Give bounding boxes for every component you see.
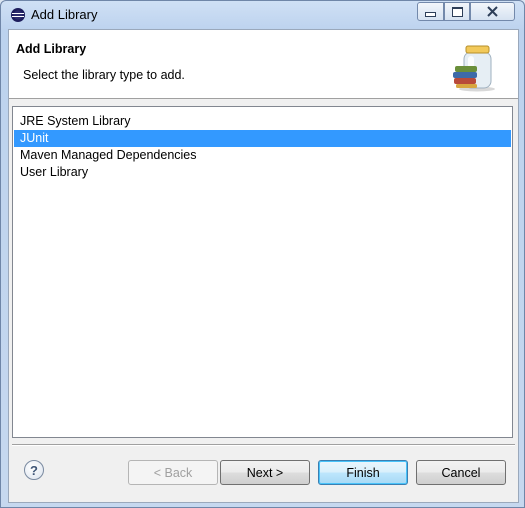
list-item-user-library[interactable]: User Library	[14, 164, 511, 181]
cancel-button[interactable]: Cancel	[416, 460, 506, 485]
banner-description: Select the library type to add.	[23, 68, 185, 82]
eclipse-icon	[11, 8, 25, 22]
maximize-icon	[451, 6, 463, 17]
list-item-junit[interactable]: JUnit	[14, 130, 511, 147]
library-jar-icon	[453, 45, 495, 92]
close-icon	[487, 6, 498, 17]
add-library-dialog: Add Library Add Library Select the libra…	[0, 0, 525, 508]
maximize-button[interactable]	[444, 2, 470, 21]
finish-button[interactable]: Finish	[318, 460, 408, 485]
minimize-button[interactable]	[417, 2, 444, 21]
close-button[interactable]	[470, 2, 515, 21]
banner-title: Add Library	[16, 42, 87, 56]
next-button[interactable]: Next >	[220, 460, 310, 485]
dialog-client-area: Add Library Select the library type to a…	[8, 29, 519, 503]
minimize-icon	[425, 12, 436, 17]
list-item-jre-system-library[interactable]: JRE System Library	[14, 113, 511, 130]
title-bar[interactable]: Add Library	[1, 1, 524, 29]
back-button[interactable]: < Back	[128, 460, 218, 485]
library-type-list[interactable]: JRE System Library JUnit Maven Managed D…	[12, 106, 513, 438]
window-title: Add Library	[31, 7, 98, 22]
button-bar-separator	[12, 444, 515, 446]
help-icon[interactable]: ?	[24, 460, 44, 480]
list-item-maven-managed-dependencies[interactable]: Maven Managed Dependencies	[14, 147, 511, 164]
help-glyph: ?	[30, 462, 38, 478]
wizard-banner: Add Library Select the library type to a…	[9, 30, 518, 99]
